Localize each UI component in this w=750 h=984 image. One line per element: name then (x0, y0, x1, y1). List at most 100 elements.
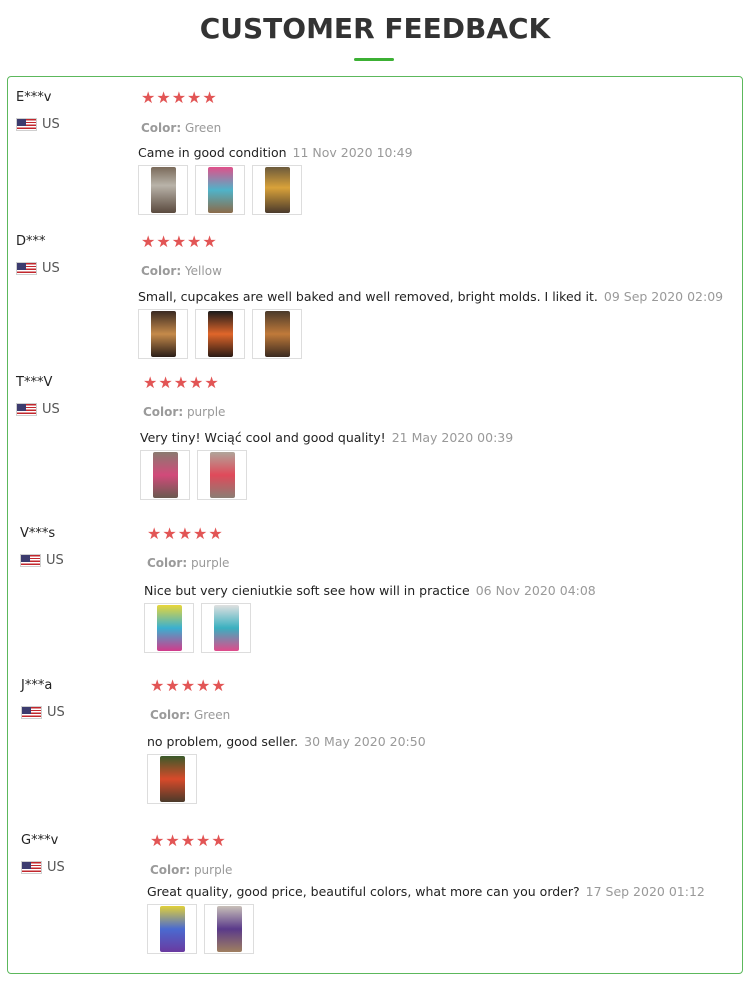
star-icon: ★ (187, 232, 202, 251)
country-code: US (42, 261, 60, 276)
review-text: Great quality, good price, beautiful col… (147, 884, 705, 899)
review-photos (147, 904, 254, 954)
review-photos (147, 754, 197, 804)
review-date: 06 Nov 2020 04:08 (475, 583, 596, 598)
star-rating: ★ ★ ★ ★ ★ (147, 526, 223, 542)
review-body: Great quality, good price, beautiful col… (147, 884, 580, 899)
star-rating: ★ ★ ★ ★ ★ (141, 90, 217, 106)
reviewer-name: J***a (21, 678, 53, 693)
review-date: 17 Sep 2020 01:12 (585, 884, 705, 899)
review-photo (159, 906, 185, 952)
star-icon: ★ (156, 232, 171, 251)
us-flag-icon (16, 403, 37, 416)
star-icon: ★ (165, 676, 180, 695)
review-photo (216, 906, 242, 952)
review-photo-thumbnail[interactable] (138, 309, 188, 359)
reviewer-country: US (16, 261, 60, 276)
star-icon: ★ (171, 88, 187, 107)
review-body: Nice but very cieniutkie soft see how wi… (144, 583, 470, 598)
review-text: Came in good condition 11 Nov 2020 10:49 (138, 145, 413, 160)
flag-canton (21, 555, 30, 562)
review-photos (138, 165, 302, 215)
star-icon: ★ (177, 524, 193, 543)
review-photo-thumbnail[interactable] (140, 450, 190, 500)
review-photos (144, 603, 251, 653)
review-text: Small, cupcakes are well baked and well … (138, 289, 723, 304)
star-rating: ★ ★ ★ ★ ★ (150, 678, 226, 694)
review-photo (152, 452, 178, 498)
review-photo-thumbnail[interactable] (252, 309, 302, 359)
country-code: US (42, 402, 60, 417)
review-date: 30 May 2020 20:50 (304, 734, 426, 749)
review-photo-thumbnail[interactable] (195, 165, 245, 215)
review-text: no problem, good seller. 30 May 2020 20:5… (147, 734, 426, 749)
color-value: Green (181, 121, 222, 135)
reviewer-country: US (21, 860, 65, 875)
flag-canton (17, 119, 26, 126)
review-photo-thumbnail[interactable] (201, 603, 251, 653)
review-photo (213, 605, 239, 651)
star-icon: ★ (193, 524, 208, 543)
color-value: Yellow (181, 264, 222, 278)
review-photo-thumbnail[interactable] (144, 603, 194, 653)
review-photo (150, 311, 176, 357)
flag-canton (17, 404, 26, 411)
reviewer-country: US (20, 553, 64, 568)
title-underline (354, 58, 394, 61)
country-code: US (47, 705, 65, 720)
review-photo-thumbnail[interactable] (147, 754, 197, 804)
star-icon: ★ (162, 524, 177, 543)
reviewer-name: T***V (16, 375, 53, 390)
country-code: US (47, 860, 65, 875)
color-label: Color: (141, 264, 182, 278)
reviewer-name: V***s (20, 526, 56, 541)
review-photo (264, 311, 290, 357)
star-icon: ★ (211, 831, 226, 850)
star-icon: ★ (143, 373, 158, 392)
review-photo-thumbnail[interactable] (138, 165, 188, 215)
reviewer-country: US (21, 705, 65, 720)
review-photos (140, 450, 247, 500)
reviewer-name: G***v (21, 833, 59, 848)
review-photo-thumbnail[interactable] (197, 450, 247, 500)
review-body: Very tiny! Wciąć cool and good quality! (140, 430, 386, 445)
star-icon: ★ (208, 524, 223, 543)
review-photo-thumbnail[interactable] (147, 904, 197, 954)
review-photo-thumbnail[interactable] (204, 904, 254, 954)
star-icon: ★ (141, 232, 156, 251)
review-photo-thumbnail[interactable] (195, 309, 245, 359)
star-icon: ★ (211, 676, 226, 695)
product-color: Color: Green (150, 708, 230, 722)
star-icon: ★ (158, 373, 173, 392)
review-photo (264, 167, 290, 213)
product-color: Color: purple (143, 405, 225, 419)
country-code: US (46, 553, 64, 568)
star-icon: ★ (150, 831, 165, 850)
star-rating: ★ ★ ★ ★ ★ (143, 375, 219, 391)
review-body: Small, cupcakes are well baked and well … (138, 289, 598, 304)
us-flag-icon (16, 118, 37, 131)
star-icon: ★ (156, 88, 171, 107)
review-photo-thumbnail[interactable] (252, 165, 302, 215)
product-color: Color: purple (150, 863, 232, 877)
review-photo (207, 167, 233, 213)
feedback-container (7, 76, 743, 974)
color-value: purple (183, 405, 226, 419)
color-value: purple (187, 556, 230, 570)
review-photos (138, 309, 302, 359)
flag-canton (17, 263, 26, 270)
review-body: Came in good condition (138, 145, 287, 160)
review-text: Very tiny! Wciąć cool and good quality! 2… (140, 430, 513, 445)
star-icon: ★ (147, 524, 162, 543)
color-label: Color: (141, 121, 182, 135)
star-icon: ★ (165, 831, 180, 850)
review-photo (156, 605, 182, 651)
star-icon: ★ (173, 373, 189, 392)
color-label: Color: (143, 405, 184, 419)
color-label: Color: (147, 556, 188, 570)
star-icon: ★ (196, 831, 211, 850)
review-date: 11 Nov 2020 10:49 (292, 145, 413, 160)
country-code: US (42, 117, 60, 132)
reviewer-country: US (16, 402, 60, 417)
product-color: Color: Yellow (141, 264, 222, 278)
